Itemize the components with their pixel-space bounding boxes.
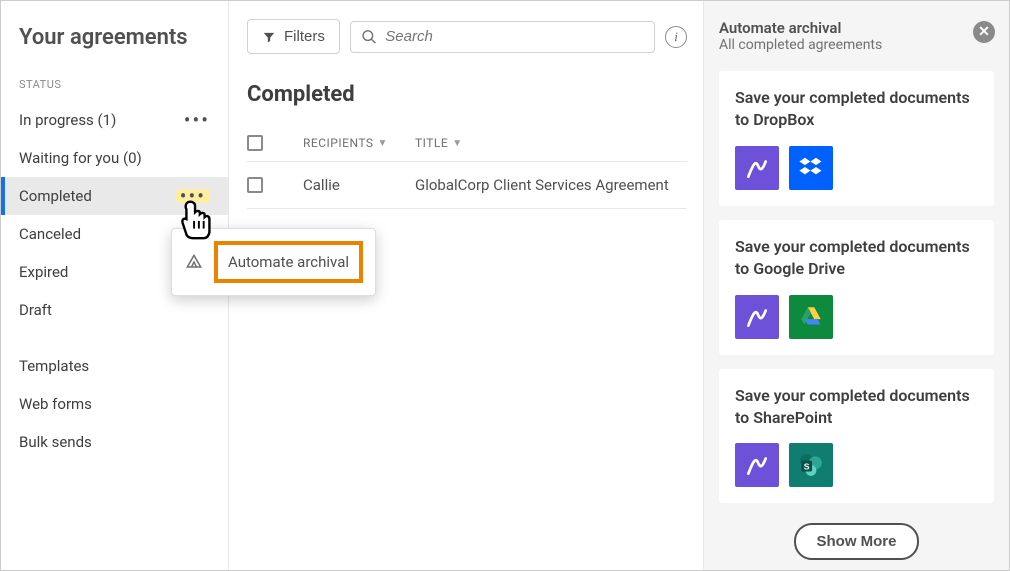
sort-arrow-icon: ▼ — [378, 138, 388, 149]
sidebar-item-bulk-sends[interactable]: Bulk sends — [1, 423, 228, 461]
card-title: Save your completed documents to DropBox — [735, 87, 978, 132]
card-sharepoint: Save your completed documents to SharePo… — [719, 369, 994, 504]
card-dropbox: Save your completed documents to DropBox — [719, 71, 994, 206]
info-icon[interactable]: i — [665, 26, 687, 48]
automate-archival-option[interactable]: Automate archival — [214, 241, 363, 283]
card-title: Save your completed documents to Google … — [735, 236, 978, 281]
show-more-button[interactable]: Show More — [794, 523, 918, 560]
filters-label: Filters — [284, 28, 325, 45]
google-drive-icon[interactable] — [789, 295, 833, 339]
acrobat-icon[interactable] — [735, 295, 779, 339]
card-title: Save your completed documents to SharePo… — [735, 385, 978, 430]
sidebar-item-waiting[interactable]: Waiting for you (0) — [1, 139, 228, 177]
table-header: RECIPIENTS ▼ TITLE ▼ — [247, 125, 687, 162]
automate-icon — [184, 252, 204, 272]
right-panel: ✕ Automate archival All completed agreem… — [703, 1, 1009, 570]
row-title: GlobalCorp Client Services Agreement — [415, 176, 687, 194]
sidebar-item-label: Templates — [19, 357, 89, 375]
filters-button[interactable]: Filters — [247, 19, 340, 54]
toolbar: Filters i — [247, 19, 687, 54]
col-recipients-label[interactable]: RECIPIENTS — [303, 136, 374, 150]
sidebar-item-label: In progress (1) — [19, 111, 116, 129]
search-input[interactable] — [385, 28, 644, 45]
acrobat-icon[interactable] — [735, 443, 779, 487]
row-recipient: Callie — [303, 176, 415, 194]
dropbox-icon[interactable] — [789, 146, 833, 190]
svg-text:S: S — [804, 462, 810, 472]
sort-arrow-icon: ▼ — [452, 138, 462, 149]
sidebar-item-label: Waiting for you (0) — [19, 149, 142, 167]
sidebar-item-label: Expired — [19, 263, 68, 281]
search-icon — [361, 28, 377, 46]
section-title: Completed — [247, 82, 687, 107]
more-icon[interactable]: ••• — [176, 189, 210, 203]
sidebar-item-label: Bulk sends — [19, 433, 92, 451]
panel-title: Automate archival — [719, 19, 994, 37]
sharepoint-icon[interactable]: S — [789, 443, 833, 487]
acrobat-icon[interactable] — [735, 146, 779, 190]
sidebar-item-label: Draft — [19, 301, 52, 319]
search-field[interactable] — [350, 21, 655, 53]
sidebar-item-label: Canceled — [19, 225, 81, 243]
col-title-label[interactable]: TITLE — [415, 136, 448, 150]
table-row[interactable]: Callie GlobalCorp Client Services Agreem… — [247, 162, 687, 209]
sidebar-item-draft[interactable]: Draft — [1, 291, 228, 329]
sidebar-item-in-progress[interactable]: In progress (1) ••• — [1, 101, 228, 139]
row-checkbox[interactable] — [247, 177, 263, 193]
status-heading: STATUS — [1, 78, 228, 101]
sidebar-item-web-forms[interactable]: Web forms — [1, 385, 228, 423]
close-icon[interactable]: ✕ — [973, 21, 995, 43]
select-all-checkbox[interactable] — [247, 135, 263, 151]
sidebar-item-completed[interactable]: Completed ••• — [1, 177, 228, 215]
sidebar-item-label: Web forms — [19, 395, 92, 413]
more-icon[interactable]: ••• — [184, 115, 210, 125]
page-title: Your agreements — [1, 19, 228, 78]
context-menu: Automate archival — [171, 228, 376, 296]
card-google-drive: Save your completed documents to Google … — [719, 220, 994, 355]
sidebar-item-label: Completed — [19, 187, 92, 205]
filter-icon — [262, 30, 276, 44]
sidebar-item-templates[interactable]: Templates — [1, 347, 228, 385]
panel-subtitle: All completed agreements — [719, 37, 994, 53]
